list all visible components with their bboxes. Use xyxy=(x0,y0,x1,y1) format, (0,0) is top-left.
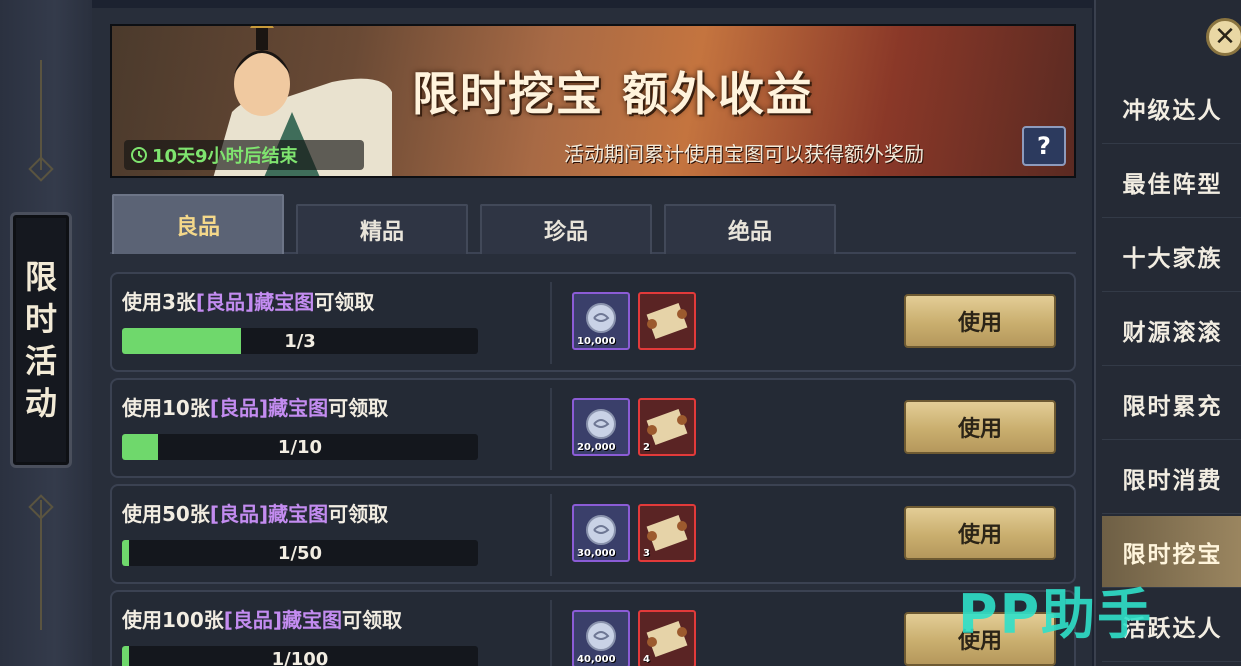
tab-legendary[interactable]: 绝品 xyxy=(664,204,836,254)
progress-text: 1/50 xyxy=(277,542,323,564)
reward-silver-coin[interactable]: 40,000 xyxy=(572,610,630,666)
tab-good[interactable]: 良品 xyxy=(112,194,284,254)
watermark-logo: PP助手 xyxy=(958,583,1154,646)
timer-text: 10天9小时后结束 xyxy=(152,146,298,167)
task-label: 使用50张[良品]藏宝图可领取 xyxy=(122,498,388,527)
grade-tabs: 良品 精品 珍品 绝品 xyxy=(110,194,1076,254)
reward-silver-coin[interactable]: 30,000 xyxy=(572,504,630,562)
decor-knot-icon xyxy=(28,494,54,520)
task-item-name: [良品]藏宝图 xyxy=(195,290,315,314)
reward-amount: 40,000 xyxy=(577,654,616,665)
task-prefix: 使用50张 xyxy=(122,502,210,526)
task-item-name: [良品]藏宝图 xyxy=(209,502,329,526)
task-suffix: 可领取 xyxy=(328,396,389,420)
banner-description: 活动期间累计使用宝图可以获得额外奖励 xyxy=(564,142,924,166)
clock-icon xyxy=(131,147,147,163)
tab-fine[interactable]: 精品 xyxy=(296,204,468,254)
progress-bar: 1/50 xyxy=(122,540,478,566)
use-button[interactable]: 使用 xyxy=(904,506,1056,560)
task-item-name: [良品]藏宝图 xyxy=(209,396,329,420)
event-banner: 限时挖宝 额外收益 10天9小时后结束 活动期间累计使用宝图可以获得额外奖励 ? xyxy=(110,24,1076,178)
reward-amount: 10,000 xyxy=(577,336,616,347)
tab-rare[interactable]: 珍品 xyxy=(480,204,652,254)
task-prefix: 使用100张 xyxy=(122,608,224,632)
nav-item-level-up[interactable]: 冲级达人 xyxy=(1102,72,1241,144)
main-panel: 限时挖宝 额外收益 10天9小时后结束 活动期间累计使用宝图可以获得额外奖励 ?… xyxy=(92,8,1092,666)
reward-silver-coin[interactable]: 20,000 xyxy=(572,398,630,456)
task-label: 使用3张[良品]藏宝图可领取 xyxy=(122,286,374,315)
task-row: 使用100张[良品]藏宝图可领取 1/100 40,000 4 使用 xyxy=(110,590,1076,666)
task-prefix: 使用10张 xyxy=(122,396,210,420)
side-title-char: 限 xyxy=(24,258,57,296)
task-suffix: 可领取 xyxy=(314,290,375,314)
side-title-char: 动 xyxy=(24,384,57,422)
reward-amount: 2 xyxy=(643,442,650,453)
progress-bar: 1/3 xyxy=(122,328,478,354)
task-row: 使用10张[良品]藏宝图可领取 1/10 20,000 2 使用 xyxy=(110,378,1076,478)
reward-amount: 4 xyxy=(643,654,650,665)
reward-amount: 30,000 xyxy=(577,548,616,559)
task-prefix: 使用3张 xyxy=(122,290,196,314)
nav-item-top-families[interactable]: 十大家族 xyxy=(1102,220,1241,292)
reward-silver-coin[interactable]: 10,000 xyxy=(572,292,630,350)
treasure-map-scroll-icon xyxy=(646,302,688,340)
use-button[interactable]: 使用 xyxy=(904,400,1056,454)
decor-knot-icon xyxy=(28,156,54,182)
progress-text: 1/3 xyxy=(284,330,316,352)
task-suffix: 可领取 xyxy=(342,608,403,632)
nav-item-limited-spend[interactable]: 限时消费 xyxy=(1102,442,1241,514)
banner-title: 限时挖宝 额外收益 xyxy=(412,67,815,121)
side-title-char: 时 xyxy=(24,300,57,338)
nav-item-fortune[interactable]: 财源滚滚 xyxy=(1102,294,1241,366)
help-button[interactable]: ? xyxy=(1022,126,1066,166)
divider xyxy=(550,600,552,666)
side-title-char: 活 xyxy=(24,342,57,380)
nav-item-best-formation[interactable]: 最佳阵型 xyxy=(1102,146,1241,218)
task-item-name: [良品]藏宝图 xyxy=(223,608,343,632)
task-row: 使用3张[良品]藏宝图可领取 1/3 10,000 使用 xyxy=(110,272,1076,372)
activity-category-title: 限 时 活 动 xyxy=(10,212,72,468)
reward-treasure-map[interactable]: 2 xyxy=(638,398,696,456)
reward-amount: 20,000 xyxy=(577,442,616,453)
task-label: 使用10张[良品]藏宝图可领取 xyxy=(122,392,388,421)
decor-line xyxy=(40,60,42,170)
reward-treasure-map[interactable]: 4 xyxy=(638,610,696,666)
task-suffix: 可领取 xyxy=(328,502,389,526)
divider xyxy=(550,388,552,470)
progress-text: 1/100 xyxy=(271,648,329,666)
use-button[interactable]: 使用 xyxy=(904,294,1056,348)
divider xyxy=(550,282,552,364)
progress-text: 1/10 xyxy=(277,436,323,458)
nav-item-limited-recharge[interactable]: 限时累充 xyxy=(1102,368,1241,440)
progress-bar: 1/10 xyxy=(122,434,478,460)
activity-nav: ✕ 冲级达人 最佳阵型 十大家族 财源滚滚 限时累充 限时消费 限时挖宝 活跃达… xyxy=(1094,0,1241,666)
task-row: 使用50张[良品]藏宝图可领取 1/50 30,000 3 使用 xyxy=(110,484,1076,584)
close-button[interactable]: ✕ xyxy=(1206,18,1241,56)
reward-treasure-map[interactable] xyxy=(638,292,696,350)
event-timer: 10天9小时后结束 xyxy=(124,140,364,170)
progress-bar: 1/100 xyxy=(122,646,478,666)
reward-amount: 3 xyxy=(643,548,650,559)
task-label: 使用100张[良品]藏宝图可领取 xyxy=(122,604,402,633)
reward-treasure-map[interactable]: 3 xyxy=(638,504,696,562)
divider xyxy=(550,494,552,576)
